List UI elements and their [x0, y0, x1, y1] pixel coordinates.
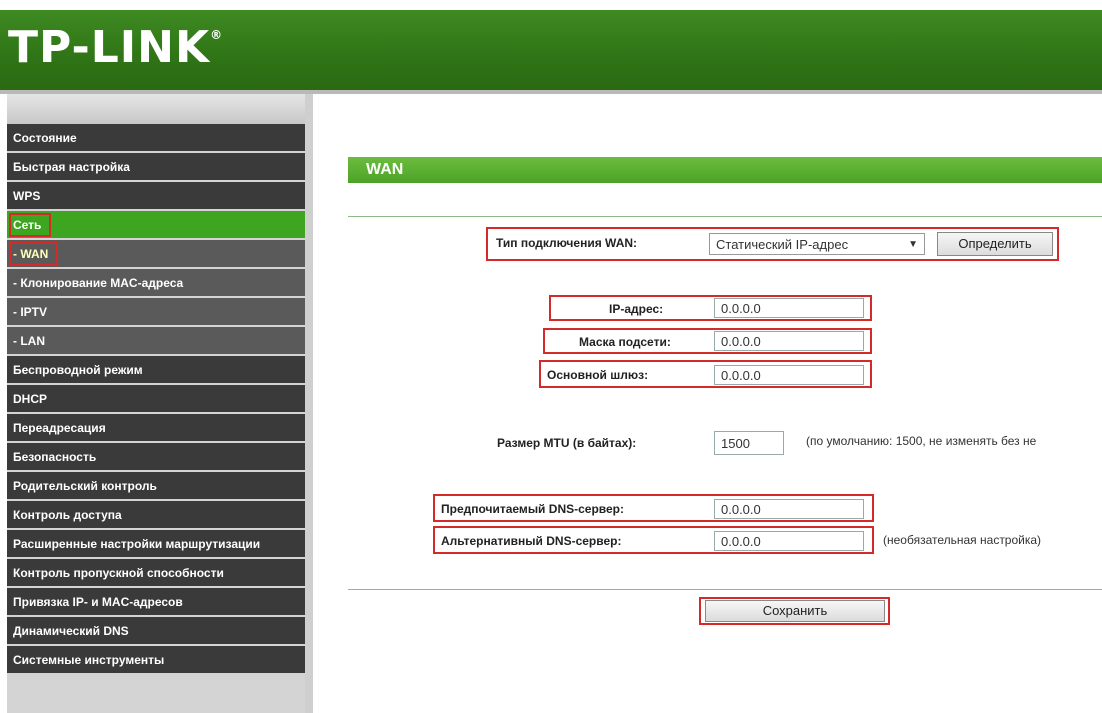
detect-button[interactable]: Определить	[937, 232, 1053, 256]
mtu-note: (по умолчанию: 1500, не изменять без не	[806, 434, 1037, 448]
gateway-label: Основной шлюз:	[547, 368, 649, 382]
gateway-input[interactable]: 0.0.0.0	[714, 365, 864, 385]
wan-type-select[interactable]: Статический IP-адрес ▼	[709, 233, 925, 255]
dropdown-arrow-icon: ▼	[908, 239, 918, 250]
sidebar-item-ip-mac-binding[interactable]: Привязка IP- и MAC-адресов	[7, 588, 305, 617]
page-title: WAN	[348, 157, 1102, 183]
header-banner: TP-LINK®	[0, 10, 1102, 90]
sidebar-item-quick-setup[interactable]: Быстрая настройка	[7, 153, 305, 182]
sidebar-item-parental-control[interactable]: Родительский контроль	[7, 472, 305, 501]
sidebar-item-status[interactable]: Состояние	[7, 124, 305, 153]
sidebar-item-wps[interactable]: WPS	[7, 182, 305, 211]
wan-type-label: Тип подключения WAN:	[496, 236, 638, 250]
ip-input[interactable]: 0.0.0.0	[714, 298, 864, 318]
divider-bottom	[348, 589, 1102, 590]
sidebar-item-bandwidth-control[interactable]: Контроль пропускной способности	[7, 559, 305, 588]
sidebar-item-access-control[interactable]: Контроль доступа	[7, 501, 305, 530]
sidebar-item-network[interactable]: Сеть	[7, 211, 305, 240]
sidebar-item-system-tools[interactable]: Системные инструменты	[7, 646, 305, 675]
mask-input[interactable]: 0.0.0.0	[714, 331, 864, 351]
sidebar-item-security[interactable]: Безопасность	[7, 443, 305, 472]
mtu-label: Размер MTU (в байтах):	[497, 436, 637, 450]
dns1-label: Предпочитаемый DNS-сервер:	[441, 502, 624, 516]
sidebar-item-advanced-routing[interactable]: Расширенные настройки маршрутизации	[7, 530, 305, 559]
sidebar-item-lan[interactable]: - LAN	[7, 327, 305, 356]
sidebar: Состояние Быстрая настройка WPS Сеть - W…	[7, 94, 313, 713]
dns2-label: Альтернативный DNS-сервер:	[441, 534, 622, 548]
sidebar-item-mac-clone[interactable]: - Клонирование MAC-адреса	[7, 269, 305, 298]
mask-label: Маска подсети:	[579, 335, 671, 349]
dns1-input[interactable]: 0.0.0.0	[714, 499, 864, 519]
main-content: WAN Тип подключения WAN: Статический IP-…	[313, 94, 1102, 713]
sidebar-item-wireless[interactable]: Беспроводной режим	[7, 356, 305, 385]
sidebar-item-dhcp[interactable]: DHCP	[7, 385, 305, 414]
sidebar-item-ddns[interactable]: Динамический DNS	[7, 617, 305, 646]
save-button[interactable]: Сохранить	[705, 600, 885, 622]
sidebar-item-forwarding[interactable]: Переадресация	[7, 414, 305, 443]
mtu-input[interactable]: 1500	[714, 431, 784, 455]
divider-top	[348, 216, 1102, 217]
sidebar-top	[7, 94, 305, 124]
tp-link-logo: TP-LINK®	[8, 22, 224, 73]
dns2-note: (необязательная настройка)	[883, 533, 1042, 547]
sidebar-menu: Состояние Быстрая настройка WPS Сеть - W…	[7, 124, 305, 675]
sidebar-item-wan[interactable]: - WAN	[7, 240, 305, 269]
sidebar-item-iptv[interactable]: - IPTV	[7, 298, 305, 327]
ip-label: IP-адрес:	[609, 302, 664, 316]
dns2-input[interactable]: 0.0.0.0	[714, 531, 864, 551]
